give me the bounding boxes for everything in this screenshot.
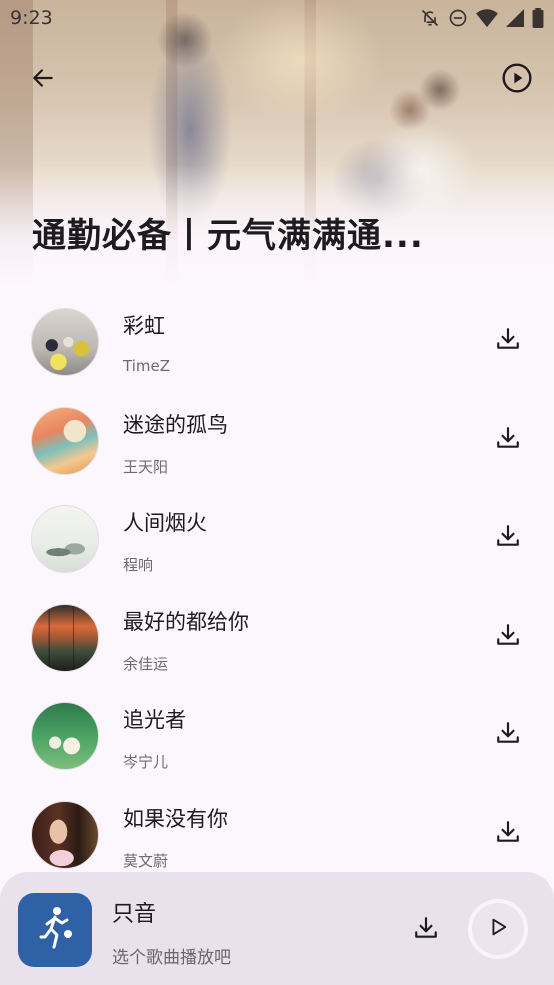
mini-player[interactable]: 只音 选个歌曲播放吧 <box>0 872 554 985</box>
album-cover <box>31 505 99 573</box>
song-artist: 莫文蔚 <box>123 851 169 870</box>
download-button[interactable] <box>486 516 530 560</box>
download-button[interactable] <box>486 615 530 659</box>
song-artist: 程响 <box>123 556 154 574</box>
status-icons <box>420 8 544 28</box>
playlist-title: 通勤必备丨元气满满通... <box>32 216 424 256</box>
album-cover <box>31 406 99 475</box>
back-button[interactable] <box>19 56 67 104</box>
do-not-disturb-icon <box>448 8 468 28</box>
song-artist: 余佳运 <box>123 654 169 673</box>
mini-player-download-button[interactable] <box>404 908 448 952</box>
status-bar: 9:23 <box>0 0 554 36</box>
notifications-off-icon <box>420 8 440 28</box>
play-circle-icon <box>501 62 533 98</box>
song-title: 追光者 <box>123 708 186 732</box>
play-icon <box>487 916 509 942</box>
song-row[interactable]: 追光者 岑宁儿 <box>0 687 554 786</box>
download-button[interactable] <box>486 418 530 462</box>
song-artist: TimeZ <box>123 357 170 375</box>
mini-player-title: 只音 <box>112 902 157 927</box>
download-icon <box>495 622 521 652</box>
song-title: 最好的都给你 <box>123 609 249 634</box>
download-icon <box>495 720 521 750</box>
song-title: 人间烟火 <box>123 511 207 535</box>
song-title: 迷途的孤鸟 <box>123 412 228 437</box>
signal-icon <box>506 9 524 27</box>
song-title: 彩虹 <box>123 314 165 338</box>
album-cover <box>31 800 99 869</box>
song-row[interactable]: 迷途的孤鸟 王天阳 <box>0 392 554 491</box>
battery-icon <box>532 8 544 28</box>
download-icon <box>495 425 521 455</box>
song-title: 如果没有你 <box>123 806 228 831</box>
download-icon <box>495 819 521 849</box>
album-cover <box>31 702 99 770</box>
album-cover <box>31 603 99 672</box>
song-row[interactable]: 人间烟火 程响 <box>0 490 554 589</box>
play-all-button[interactable] <box>493 56 541 104</box>
download-button[interactable] <box>486 319 530 363</box>
download-button[interactable] <box>486 812 530 856</box>
download-icon <box>495 326 521 356</box>
song-list: 彩虹 TimeZ 迷途的孤鸟 王天阳 人间烟火 程响 最好的都给你 余佳运 追光… <box>0 293 554 884</box>
song-row[interactable]: 最好的都给你 余佳运 <box>0 589 554 688</box>
basketball-player-icon <box>33 904 77 956</box>
song-artist: 王天阳 <box>123 457 169 476</box>
song-row[interactable]: 彩虹 TimeZ <box>0 293 554 392</box>
song-artist: 岑宁儿 <box>123 753 169 771</box>
download-button[interactable] <box>486 713 530 757</box>
album-cover <box>31 308 99 376</box>
wifi-icon <box>476 8 498 28</box>
status-time: 9:23 <box>10 7 53 29</box>
download-icon <box>495 523 521 553</box>
song-row[interactable]: 如果没有你 莫文蔚 <box>0 786 554 885</box>
mini-player-artwork <box>18 893 92 967</box>
download-icon <box>413 915 439 945</box>
arrow-back-icon <box>30 65 56 95</box>
mini-player-subtitle: 选个歌曲播放吧 <box>112 948 231 968</box>
mini-player-play-button[interactable] <box>468 899 528 959</box>
